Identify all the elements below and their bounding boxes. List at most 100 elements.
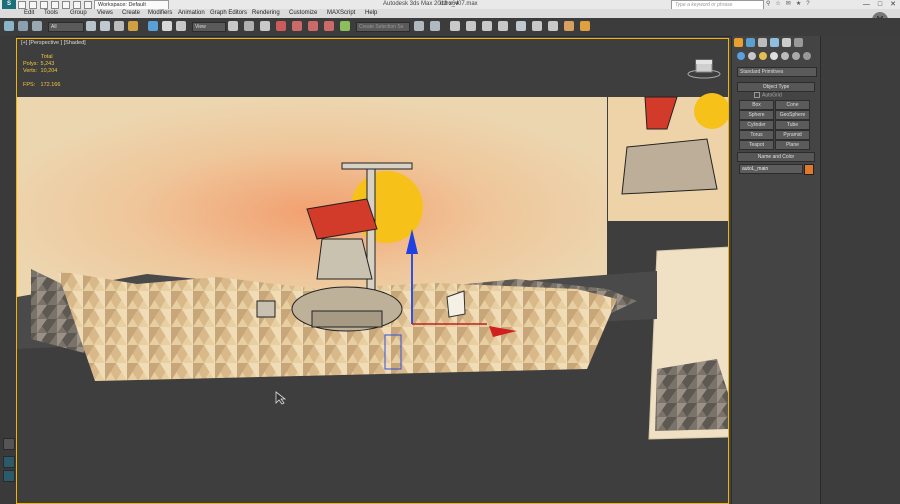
stats-header: Total: [41, 54, 53, 60]
systems-icon[interactable]: [803, 52, 811, 60]
space-warps-icon[interactable]: [792, 52, 800, 60]
scene-render: [17, 93, 728, 440]
name-color-rollout-title[interactable]: Name and Color: [737, 152, 815, 162]
rendered-frame-icon[interactable]: [548, 21, 558, 31]
lights-icon[interactable]: [759, 52, 767, 60]
box-button[interactable]: Box: [739, 100, 774, 110]
teapot-button[interactable]: Teapot: [739, 140, 774, 150]
geosphere-button[interactable]: GeoSphere: [775, 110, 810, 120]
mirror-icon[interactable]: [414, 21, 424, 31]
plane-button[interactable]: Plane: [775, 140, 810, 150]
tube-button[interactable]: Tube: [775, 120, 810, 130]
menu-rendering[interactable]: Rendering: [252, 9, 280, 18]
pyramid-button[interactable]: Pyramid: [775, 130, 810, 140]
viewport-tab-top[interactable]: [3, 456, 15, 468]
graphite-toggle-icon[interactable]: [466, 21, 476, 31]
viewcube-icon[interactable]: [687, 57, 721, 79]
rectangle-selection-icon[interactable]: [114, 21, 124, 31]
menu-group[interactable]: Group: [70, 9, 87, 18]
material-editor-icon[interactable]: [516, 21, 526, 31]
keyboard-shortcut-icon[interactable]: [260, 21, 270, 31]
perspective-viewport[interactable]: [+] [Perspective ] [Shaded] Total Polys:…: [16, 38, 729, 504]
history-icon[interactable]: [84, 1, 92, 9]
utilities-tab-icon[interactable]: [794, 38, 803, 47]
selection-filter-dropdown[interactable]: All: [48, 22, 84, 32]
render-production-icon[interactable]: [564, 21, 574, 31]
object-color-swatch[interactable]: [804, 164, 814, 175]
menu-tools[interactable]: Tools: [44, 9, 58, 18]
cameras-icon[interactable]: [770, 52, 778, 60]
select-object-icon[interactable]: [86, 21, 96, 31]
menu-graph-editors[interactable]: Graph Editors: [210, 9, 247, 18]
favorites-icon[interactable]: ★: [796, 1, 801, 8]
curve-editor-icon[interactable]: [482, 21, 492, 31]
binoculars-icon[interactable]: ⚲: [766, 1, 770, 8]
pivot-center-icon[interactable]: [228, 21, 238, 31]
unlink-icon[interactable]: [32, 21, 42, 31]
menu-modifiers[interactable]: Modifiers: [148, 9, 172, 18]
select-rotate-icon[interactable]: [162, 21, 172, 31]
viewport-layout-icon[interactable]: [3, 438, 15, 450]
select-scale-icon[interactable]: [176, 21, 186, 31]
redo-icon[interactable]: [62, 1, 70, 9]
menu-help[interactable]: Help: [365, 9, 377, 18]
hierarchy-tab-icon[interactable]: [758, 38, 767, 47]
close-button[interactable]: ✕: [890, 0, 896, 9]
angle-snap-icon[interactable]: [292, 21, 302, 31]
menu-views[interactable]: Views: [97, 9, 113, 18]
maximize-button[interactable]: □: [878, 0, 882, 9]
project-folder-icon[interactable]: [73, 1, 81, 9]
max-logo-icon[interactable]: S: [2, 0, 16, 9]
autogrid-checkbox[interactable]: AutoGrid: [754, 92, 782, 98]
menu-edit[interactable]: Edit: [24, 9, 34, 18]
new-file-icon[interactable]: [18, 1, 26, 9]
render-teapot-icon[interactable]: [580, 21, 590, 31]
create-tab-icon[interactable]: [734, 38, 743, 47]
sphere-button[interactable]: Sphere: [739, 110, 774, 120]
undo-icon[interactable]: [4, 21, 14, 31]
helpers-icon[interactable]: [781, 52, 789, 60]
help-icon[interactable]: ?: [806, 1, 809, 8]
reference-coordinate-dropdown[interactable]: View: [192, 22, 226, 32]
menu-maxscript[interactable]: MAXScript: [327, 9, 355, 18]
cylinder-button[interactable]: Cylinder: [739, 120, 774, 130]
layer-manager-icon[interactable]: [450, 21, 460, 31]
verts-row: Verts: 10,204: [23, 68, 60, 75]
manipulate-icon[interactable]: [244, 21, 254, 31]
percent-snap-icon[interactable]: [308, 21, 318, 31]
edit-named-selection-icon[interactable]: [340, 21, 350, 31]
select-move-icon[interactable]: [148, 21, 158, 31]
torus-button[interactable]: Torus: [739, 130, 774, 140]
select-by-name-icon[interactable]: [100, 21, 110, 31]
geometry-icon[interactable]: [737, 52, 745, 60]
object-type-rollout-title[interactable]: Object Type: [737, 82, 815, 92]
shapes-icon[interactable]: [748, 52, 756, 60]
viewport-label[interactable]: [+] [Perspective ] [Shaded]: [21, 40, 86, 46]
menu-animation[interactable]: Animation: [178, 9, 205, 18]
viewport-tab-bottom[interactable]: [3, 470, 15, 482]
polys-row: Polys: 5,243: [23, 61, 60, 68]
select-link-icon[interactable]: [18, 21, 28, 31]
motion-tab-icon[interactable]: [770, 38, 779, 47]
save-file-icon[interactable]: [40, 1, 48, 9]
object-name-field[interactable]: autoL_main: [739, 164, 803, 174]
open-file-icon[interactable]: [29, 1, 37, 9]
align-icon[interactable]: [430, 21, 440, 31]
spinner-snap-icon[interactable]: [324, 21, 334, 31]
modify-tab-icon[interactable]: [746, 38, 755, 47]
menu-create[interactable]: Create: [122, 9, 140, 18]
communication-icon[interactable]: ✉: [786, 1, 791, 8]
display-tab-icon[interactable]: [782, 38, 791, 47]
minimize-button[interactable]: —: [863, 0, 870, 9]
named-selection-sets-input[interactable]: Create Selection Se: [356, 22, 410, 32]
subscription-icon[interactable]: ☆: [775, 1, 780, 8]
undo-icon[interactable]: [51, 1, 59, 9]
cone-button[interactable]: Cone: [775, 100, 810, 110]
render-setup-icon[interactable]: [532, 21, 542, 31]
schematic-view-icon[interactable]: [498, 21, 508, 31]
snaps-toggle-icon[interactable]: [276, 21, 286, 31]
quick-access-toolbar: [18, 1, 103, 9]
primitive-category-dropdown[interactable]: Standard Primitives: [737, 67, 817, 77]
window-crossing-icon[interactable]: [128, 21, 138, 31]
menu-customize[interactable]: Customize: [289, 9, 317, 18]
